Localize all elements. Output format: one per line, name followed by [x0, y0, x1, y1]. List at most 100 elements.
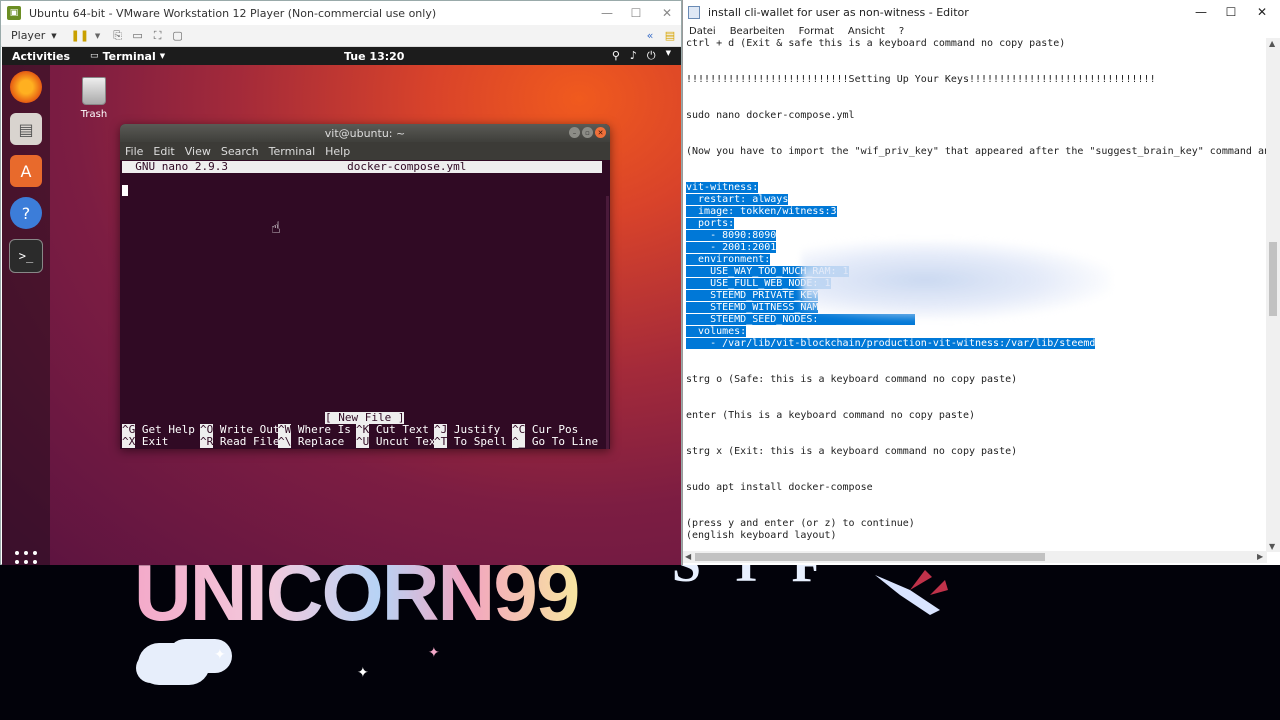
close-button[interactable]: ✕: [651, 1, 683, 25]
fullscreen-icon[interactable]: ⛶: [151, 29, 165, 42]
shortcut-key: ^X: [122, 435, 136, 448]
text-line: [686, 62, 1267, 74]
removable-devices-icon[interactable]: ▭: [131, 29, 145, 42]
terminal-minimize-button[interactable]: –: [569, 127, 580, 138]
nano-shortcut: ^X Exit: [122, 436, 200, 448]
vertical-scroll-thumb[interactable]: [1269, 242, 1277, 316]
notepad-close-button[interactable]: ✕: [1246, 0, 1278, 24]
menu-help[interactable]: ?: [899, 26, 904, 37]
shortcut-label: Uncut Text: [369, 435, 443, 448]
menu-search[interactable]: Search: [221, 145, 259, 158]
unicorn-logo: UNICORN99: [134, 565, 580, 643]
blurred-redaction: [801, 240, 1111, 320]
scroll-down-icon[interactable]: ▼: [1269, 542, 1275, 551]
terminal-icon[interactable]: >_: [9, 239, 43, 273]
terminal-window[interactable]: vit@ubuntu: ~ – ▫ ✕ File Edit View Searc…: [120, 124, 610, 449]
minimize-button[interactable]: —: [591, 1, 623, 25]
vmware-titlebar[interactable]: ▣ Ubuntu 64-bit - VMware Workstation 12 …: [1, 1, 681, 25]
star-icon: ✦: [428, 645, 440, 661]
clock[interactable]: Tue 13:20: [344, 50, 404, 63]
system-tray[interactable]: ⚲ ♪ ⏻ ▼: [612, 49, 671, 63]
menu-help[interactable]: Help: [325, 145, 350, 158]
line-text: (english keyboard layout): [686, 530, 837, 541]
notepad-minimize-button[interactable]: —: [1185, 0, 1217, 24]
maximize-button[interactable]: ☐: [620, 1, 652, 25]
text-line: ports:: [686, 218, 1267, 230]
text-line: [686, 134, 1267, 146]
software-center-icon[interactable]: A: [10, 155, 42, 187]
terminal-titlebar[interactable]: vit@ubuntu: ~ – ▫ ✕: [120, 124, 610, 142]
terminal-content[interactable]: GNU nano 2.9.3 docker-compose.yml [ New …: [120, 160, 610, 449]
line-text: strg x (Exit: this is a keyboard command…: [686, 446, 1018, 457]
menu-terminal[interactable]: Terminal: [269, 145, 316, 158]
banner-right-text: STF: [672, 565, 851, 594]
player-menu-label: Player: [11, 29, 46, 42]
selected-text: STEEMD_WITNESS_NAM: [686, 302, 819, 313]
notepad-horizontal-scrollbar[interactable]: ◀ ▶: [683, 551, 1267, 563]
terminal-close-button[interactable]: ✕: [595, 127, 606, 138]
selected-text: volumes:: [686, 326, 747, 337]
unity-icon[interactable]: ▢: [171, 29, 185, 42]
menu-format[interactable]: Format: [799, 26, 834, 37]
mouse-pointer-icon: ☝: [271, 218, 281, 237]
ubuntu-desktop[interactable]: Activities ▭ Terminal ▼ Tue 13:20 ⚲ ♪ ⏻ …: [2, 47, 681, 565]
nano-shortcut: ^R Read File: [200, 436, 279, 448]
app-menu-label: Terminal: [102, 49, 156, 63]
menu-bearbeiten[interactable]: Bearbeiten: [730, 26, 785, 37]
line-text: !!!!!!!!!!!!!!!!!!!!!!!!!!!Setting Up Yo…: [686, 74, 1156, 85]
selected-text: vit-witness:: [686, 182, 759, 193]
text-line: [686, 50, 1267, 62]
line-text: sudo nano docker-compose.yml: [686, 110, 855, 121]
pause-icon[interactable]: ❚❚: [71, 29, 89, 42]
text-line: strg o (Safe: this is a keyboard command…: [686, 374, 1267, 386]
dock: ▤ A ? >_: [2, 65, 50, 565]
firefox-icon[interactable]: [10, 71, 42, 103]
scroll-right-icon[interactable]: ▶: [1257, 552, 1263, 561]
terminal-maximize-button[interactable]: ▫: [582, 127, 593, 138]
nano-shortcut: ^\ Replace: [278, 436, 356, 448]
terminal-scrollbar[interactable]: [606, 196, 609, 449]
selected-text: environment:: [686, 254, 771, 265]
text-line: [686, 506, 1267, 518]
shortcut-label: To Spell: [447, 435, 507, 448]
cloud-icon: [138, 643, 210, 685]
notepad-titlebar[interactable]: install cli-wallet for user as non-witne…: [683, 0, 1280, 24]
text-line: [686, 398, 1267, 410]
text-line: [686, 434, 1267, 446]
chevron-down-icon[interactable]: ▼: [91, 30, 105, 42]
text-line: [686, 362, 1267, 374]
notepad-maximize-button[interactable]: ☐: [1215, 0, 1247, 24]
selected-text: - /var/lib/vit-blockchain/production-vit…: [686, 338, 1096, 349]
scroll-up-icon[interactable]: ▲: [1269, 39, 1275, 48]
app-menu[interactable]: ▭ Terminal ▼: [90, 50, 165, 63]
send-ctrl-alt-del-icon[interactable]: ⎘: [111, 29, 125, 42]
player-menu[interactable]: Player ▼: [11, 29, 57, 42]
scroll-left-icon[interactable]: ◀: [685, 552, 691, 561]
folder-icon[interactable]: ▤: [663, 29, 677, 42]
notepad-menubar: Datei Bearbeiten Format Ansicht ?: [683, 24, 1280, 38]
shortcut-label: Replace: [291, 435, 345, 448]
horizontal-scroll-thumb[interactable]: [695, 553, 1045, 561]
trash-desktop-icon[interactable]: Trash: [77, 77, 111, 120]
activities-button[interactable]: Activities: [12, 50, 70, 63]
menu-ansicht[interactable]: Ansicht: [848, 26, 885, 37]
help-icon[interactable]: ?: [10, 197, 42, 229]
menu-file[interactable]: File: [125, 145, 143, 158]
menu-edit[interactable]: Edit: [153, 145, 174, 158]
text-line: (Now you have to import the "wif_priv_ke…: [686, 146, 1267, 158]
collapse-arrows-icon[interactable]: «: [643, 29, 657, 42]
notepad-title: install cli-wallet for user as non-witne…: [708, 5, 969, 19]
line-text: strg o (Safe: this is a keyboard command…: [686, 374, 1018, 385]
text-line: [686, 422, 1267, 434]
menu-view[interactable]: View: [185, 145, 211, 158]
files-icon[interactable]: ▤: [10, 113, 42, 145]
text-line: [686, 494, 1267, 506]
show-applications-icon[interactable]: [15, 551, 37, 565]
text-line: sudo nano docker-compose.yml: [686, 110, 1267, 122]
selected-text: ports:: [686, 218, 735, 229]
notepad-vertical-scrollbar[interactable]: ▲ ▼: [1266, 38, 1280, 552]
menu-datei[interactable]: Datei: [689, 26, 716, 37]
text-line: (english keyboard layout): [686, 530, 1267, 542]
line-text: enter (This is a keyboard command no cop…: [686, 410, 975, 421]
text-line: enter (This is a keyboard command no cop…: [686, 410, 1267, 422]
